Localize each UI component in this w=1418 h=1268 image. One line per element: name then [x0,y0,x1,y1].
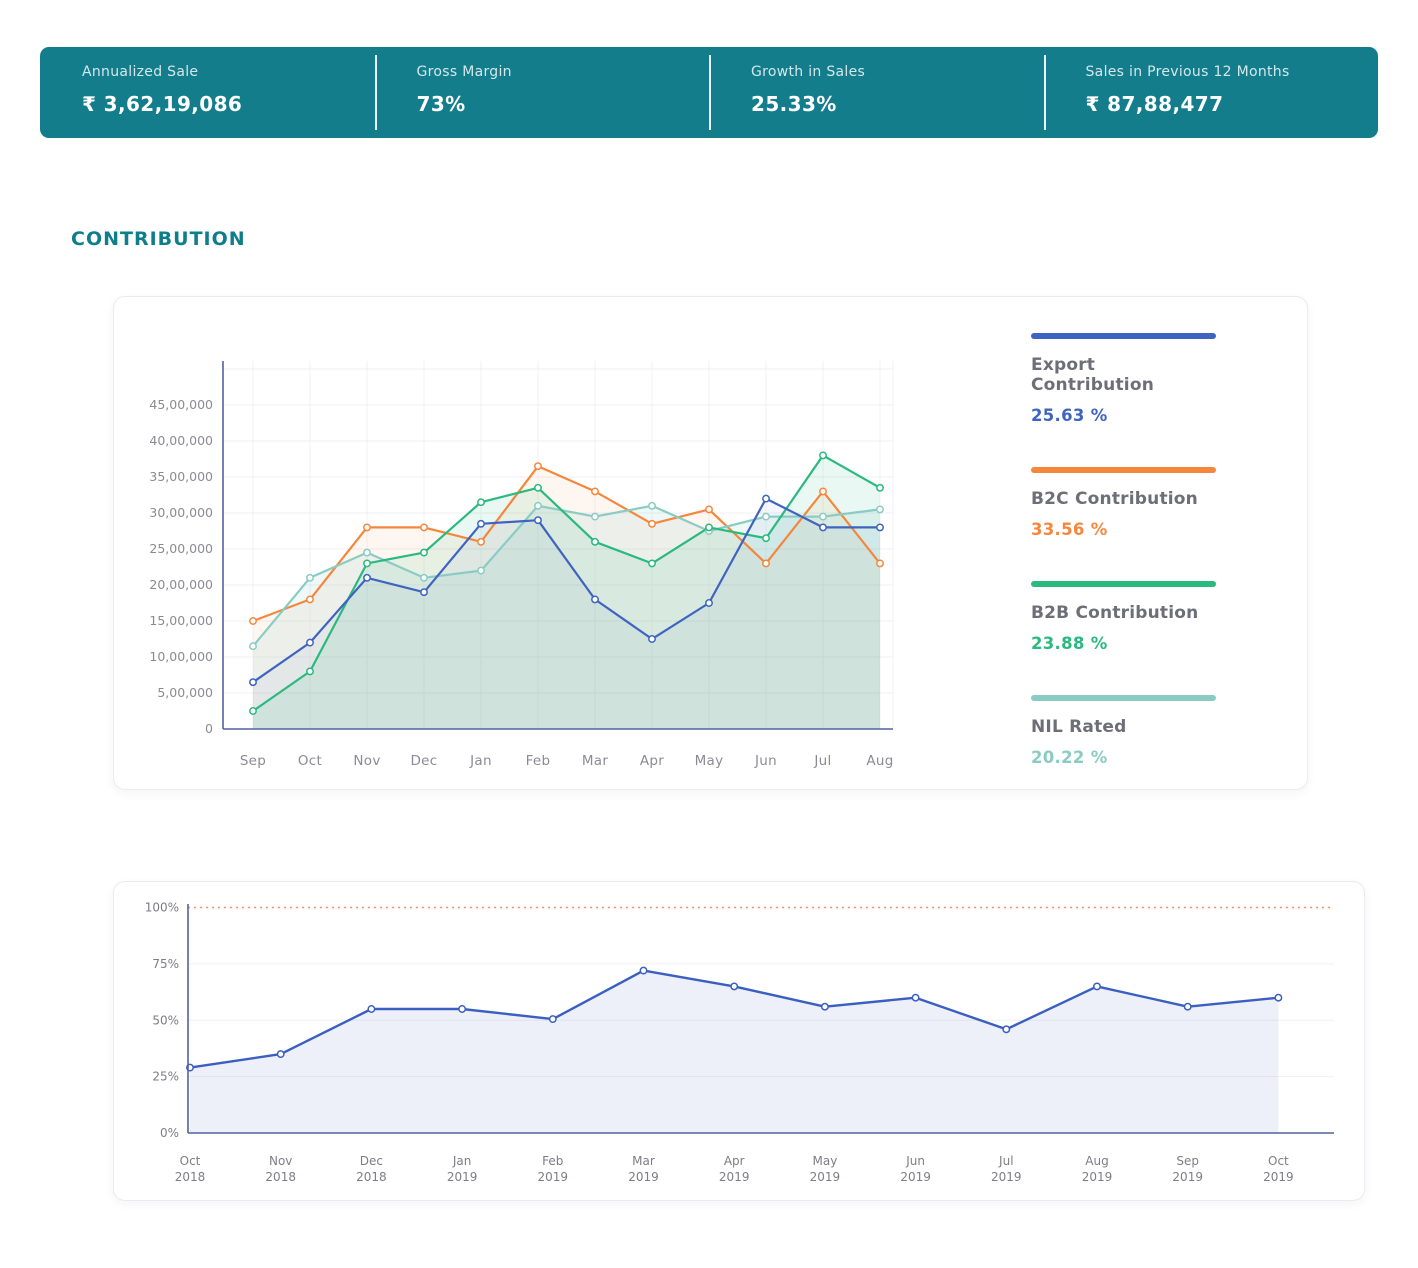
x-axis-year-label: 2019 [628,1170,659,1184]
legend-series-value: 33.56 % [1031,520,1221,539]
x-axis-year-label: 2018 [356,1170,387,1184]
x-axis-month-label: Jan [469,753,492,769]
x-axis-month-label: Aug [1085,1154,1108,1168]
x-axis-month-label: May [812,1154,837,1168]
kpi-value: ₹ 87,88,477 [1086,92,1379,116]
x-axis-month-label: Oct [1268,1154,1289,1168]
y-axis-tick-label: 25% [152,1070,179,1084]
kpi-sales-previous-12-months: Sales in Previous 12 Months ₹ 87,88,477 [1044,47,1379,138]
legend-series-name: NIL Rated [1031,717,1221,737]
kpi-label: Annualized Sale [82,64,375,80]
y-axis-tick-label: 5,00,000 [157,685,213,700]
x-axis-month-label: May [695,753,724,769]
x-axis-year-label: 2019 [538,1170,569,1184]
kpi-value: 25.33% [751,92,1044,116]
x-axis-month-label: Dec [410,753,437,769]
legend-color-bar [1031,581,1216,587]
x-axis-month-label: Jan [452,1154,472,1168]
section-title-contribution: CONTRIBUTION [71,228,246,250]
legend-color-bar [1031,467,1216,473]
legend-series-name: B2B Contribution [1031,603,1221,623]
legend-color-bar [1031,695,1216,701]
chart-legend: Export Contribution 25.63 % B2C Contributi… [1031,333,1221,809]
x-axis-year-label: 2018 [175,1170,206,1184]
x-axis-month-label: Oct [298,753,322,769]
legend-series-name: Export Contribution [1031,355,1221,395]
kpi-label: Sales in Previous 12 Months [1086,64,1379,80]
x-axis-year-label: 2019 [991,1170,1022,1184]
x-axis-year-label: 2019 [447,1170,478,1184]
x-axis-month-label: Apr [640,753,664,769]
y-axis-tick-label: 0 [205,721,213,736]
x-axis-month-label: Mar [632,1154,655,1168]
legend-series-value: 25.63 % [1031,406,1221,425]
x-axis-month-label: Feb [526,753,551,769]
x-axis-month-label: Nov [353,753,380,769]
x-axis-month-label: Feb [542,1154,563,1168]
contribution-chart-card: 0 5,00,000 10,00,000 15,00,000 20,00,000 25,0… [113,296,1308,790]
y-axis-tick-label: 0% [160,1126,179,1140]
kpi-annualized-sale: Annualized Sale ₹ 3,62,19,086 [40,47,375,138]
x-axis-year-label: 2018 [265,1170,296,1184]
kpi-value: 73% [417,92,710,116]
legend-series-value: 23.88 % [1031,634,1221,653]
kpi-gross-margin: Gross Margin 73% [375,47,710,138]
legend-item-export-contribution[interactable]: Export Contribution 25.63 % [1031,333,1221,425]
y-axis-tick-label: 75% [152,957,179,971]
y-axis-tick-label: 45,00,000 [149,397,213,412]
x-axis-year-label: 2019 [719,1170,750,1184]
y-axis-tick-label: 40,00,000 [149,433,213,448]
y-axis-tick-label: 100% [145,901,179,915]
legend-series-value: 20.22 % [1031,748,1221,767]
x-axis-year-label: 2019 [1082,1170,1113,1184]
contribution-line-chart: 0 5,00,000 10,00,000 15,00,000 20,00,000 25,0… [133,341,963,786]
x-axis-year-label: 2019 [900,1170,931,1184]
y-axis-tick-label: 10,00,000 [149,649,213,664]
kpi-label: Growth in Sales [751,64,1044,80]
kpi-summary-bar: Annualized Sale ₹ 3,62,19,086 Gross Marg… [40,47,1378,138]
legend-series-name: B2C Contribution [1031,489,1221,509]
x-axis-month-label: Dec [360,1154,383,1168]
x-axis-month-label: Jul [813,753,831,769]
y-axis-tick-label: 35,00,000 [149,469,213,484]
trend-chart-card: 0% 25% 50% 75% 100% Oct 2018 Nov 2018 Dec 2018 Jan 2… [113,881,1365,1201]
x-axis-month-label: Sep [1176,1154,1199,1168]
x-axis-month-label: Jul [998,1154,1013,1168]
x-axis-month-label: Jun [905,1154,925,1168]
kpi-label: Gross Margin [417,64,710,80]
x-axis-month-label: Mar [582,753,609,769]
legend-color-bar [1031,333,1216,339]
kpi-value: ₹ 3,62,19,086 [82,92,375,116]
x-axis-month-label: Apr [724,1154,745,1168]
legend-item-b2b-contribution[interactable]: B2B Contribution 23.88 % [1031,581,1221,653]
x-axis-year-label: 2019 [810,1170,841,1184]
legend-item-nil-rated[interactable]: NIL Rated 20.22 % [1031,695,1221,767]
x-axis-year-label: 2019 [1172,1170,1203,1184]
y-axis-tick-label: 30,00,000 [149,505,213,520]
x-axis-month-label: Jun [754,753,777,769]
y-axis-tick-label: 20,00,000 [149,577,213,592]
y-axis-tick-label: 15,00,000 [149,613,213,628]
x-axis-month-label: Nov [269,1154,292,1168]
x-axis-month-label: Oct [180,1154,201,1168]
x-axis-year-label: 2019 [1263,1170,1294,1184]
legend-item-b2c-contribution[interactable]: B2C Contribution 33.56 % [1031,467,1221,539]
y-axis-tick-label: 25,00,000 [149,541,213,556]
percentage-trend-chart: 0% 25% 50% 75% 100% Oct 2018 Nov 2018 Dec 2018 Jan 2… [114,882,1364,1200]
kpi-growth-in-sales: Growth in Sales 25.33% [709,47,1044,138]
y-axis-tick-label: 50% [152,1013,179,1027]
x-axis-month-label: Sep [240,753,266,769]
x-axis-month-label: Aug [866,753,893,769]
